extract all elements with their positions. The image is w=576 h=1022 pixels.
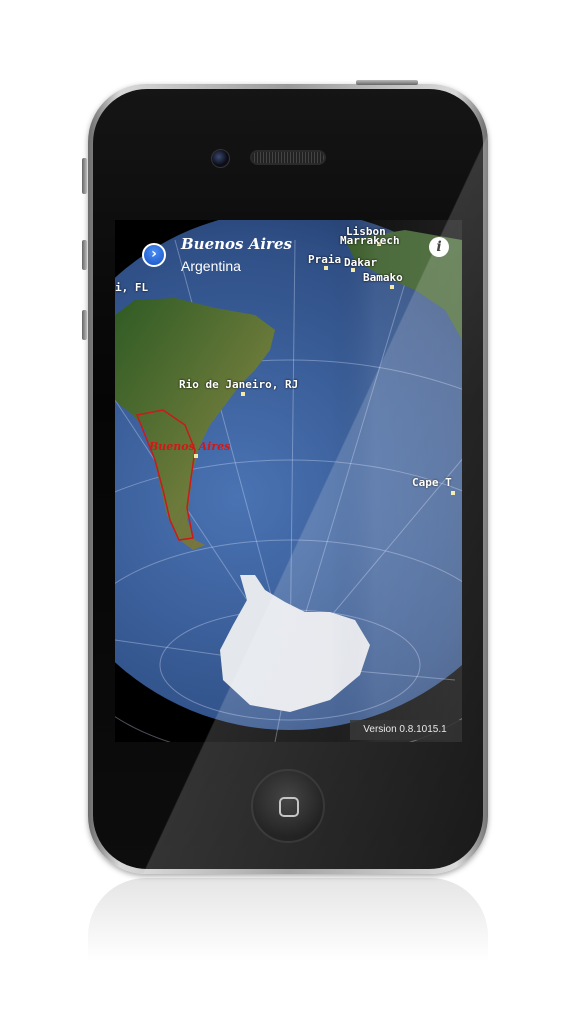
country-subtitle: Argentina bbox=[181, 258, 241, 274]
volume-up-button bbox=[82, 240, 87, 270]
city-marker-buenos-aires[interactable] bbox=[194, 454, 198, 458]
app-screen: i, FL Lisbon Marrakech Praia Dakar Bamak… bbox=[115, 220, 462, 742]
label-cape-town[interactable]: Cape T bbox=[412, 476, 452, 489]
globe-map[interactable] bbox=[115, 220, 462, 742]
phone-reflection bbox=[88, 878, 488, 998]
sleep-button bbox=[356, 80, 418, 85]
city-marker-cape-town[interactable] bbox=[451, 491, 455, 495]
front-camera bbox=[211, 149, 230, 168]
city-marker-rio[interactable] bbox=[241, 392, 245, 396]
label-buenos-aires-selected[interactable]: Buenos Aires bbox=[149, 440, 230, 453]
label-bamako[interactable]: Bamako bbox=[363, 271, 403, 284]
label-fl[interactable]: i, FL bbox=[115, 281, 148, 294]
label-praia[interactable]: Praia bbox=[308, 253, 341, 266]
chevron-right-icon: › bbox=[151, 246, 157, 262]
night-shading bbox=[115, 220, 462, 742]
info-button[interactable]: i bbox=[429, 237, 449, 257]
location-detail-button[interactable]: › bbox=[142, 243, 166, 267]
earpiece-speaker bbox=[250, 150, 326, 165]
volume-down-button bbox=[82, 310, 87, 340]
mute-switch bbox=[82, 158, 87, 194]
city-marker-praia[interactable] bbox=[324, 266, 328, 270]
label-marrakech[interactable]: Marrakech bbox=[340, 234, 400, 247]
info-icon: i bbox=[436, 239, 442, 255]
label-dakar[interactable]: Dakar bbox=[344, 256, 377, 269]
label-rio[interactable]: Rio de Janeiro, RJ bbox=[179, 378, 298, 391]
home-button[interactable] bbox=[251, 769, 325, 843]
version-label: Version 0.8.1015.1 bbox=[350, 720, 460, 740]
city-title: Buenos Aires bbox=[181, 235, 292, 253]
home-icon bbox=[279, 797, 299, 817]
city-marker-bamako[interactable] bbox=[390, 285, 394, 289]
